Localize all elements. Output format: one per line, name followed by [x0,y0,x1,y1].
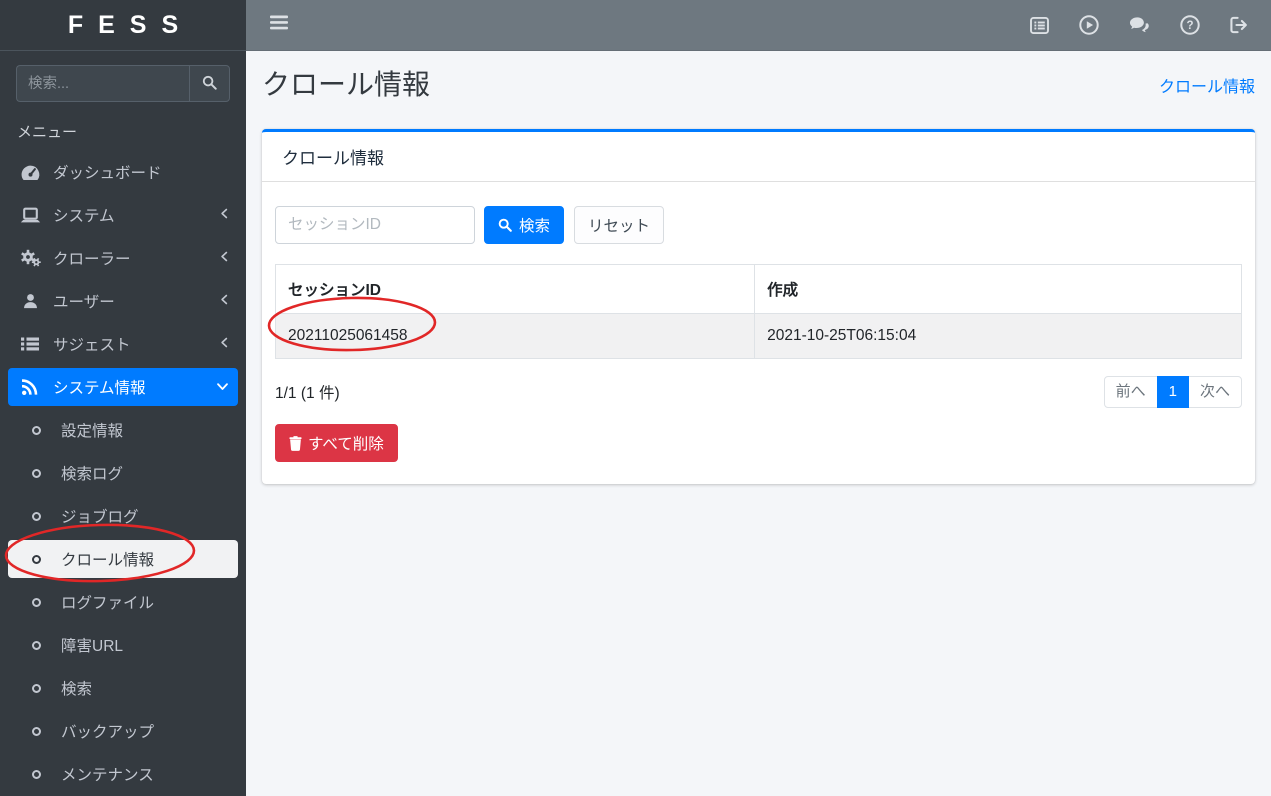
chevron-left-icon [220,292,228,310]
pagination-next[interactable]: 次へ [1188,376,1242,408]
chevron-left-icon [220,206,228,224]
created-cell: 2021-10-25T06:15:04 [755,314,1242,359]
circle-icon [24,426,48,435]
user-icon [18,292,42,310]
circle-icon [24,512,48,521]
sidebar-item-label: 検索ログ [61,462,228,484]
sidebar-item-label: メンテナンス [61,763,228,785]
sidebar-subitem-failure-url[interactable]: 障害URL [8,626,238,664]
circle-icon [24,598,48,607]
chevron-left-icon [220,249,228,267]
rss-icon [18,379,42,396]
pagination: 前へ 1 次へ [1104,376,1242,408]
sidebar-item-label: ログファイル [61,591,228,613]
pagination-page-1[interactable]: 1 [1157,376,1189,408]
sidebar-item-label: サジェスト [53,333,220,355]
sidebar-item-label: クローラー [53,247,220,269]
sidebar-item-label: バックアップ [61,720,228,742]
sidebar-subitem-crawling-info[interactable]: クロール情報 [8,540,238,578]
list-icon [18,336,42,352]
search-button-label: 検索 [519,214,550,236]
sidebar-item-label: システム情報 [53,376,217,398]
sidebar-item-label: 検索 [61,677,228,699]
card-title: クロール情報 [262,132,1255,182]
sidebar-item-dashboard[interactable]: ダッシュボード [8,153,238,191]
sidebar-item-system-info[interactable]: システム情報 [8,368,238,406]
sidebar-search-input[interactable] [16,65,189,102]
sidebar-subitem-job-log[interactable]: ジョブログ [8,497,238,535]
main-content: クロール情報 クロール情報 クロール情報 検索 リセット セッションID [246,51,1271,796]
sidebar-subitem-maintenance[interactable]: メンテナンス [8,755,238,793]
chevron-down-icon [217,378,228,396]
sign-out-icon[interactable] [1230,16,1249,34]
sidebar-item-label: ユーザー [53,290,220,312]
sidebar-nav: ダッシュボード システム [0,142,246,793]
sidebar-search-button[interactable] [189,65,230,102]
menu-section-label: メニュー [17,121,246,142]
pagination-prev[interactable]: 前へ [1104,376,1158,408]
breadcrumb[interactable]: クロール情報 [1159,73,1255,97]
session-id-cell[interactable]: 20211025061458 [276,314,755,359]
delete-all-button-label: すべて削除 [308,432,384,454]
list-alt-icon[interactable] [1030,17,1049,34]
sidebar-subitem-search-log[interactable]: 検索ログ [8,454,238,492]
gears-icon [18,249,42,267]
comments-icon[interactable] [1129,16,1150,34]
search-icon [202,75,217,93]
reset-button[interactable]: リセット [574,206,664,244]
chevron-left-icon [220,335,228,353]
result-count-summary: 1/1 (1 件) [275,381,340,403]
tachometer-icon [18,164,42,181]
search-form: 検索 リセット [275,206,1242,244]
sidebar-subitem-log-file[interactable]: ログファイル [8,583,238,621]
laptop-icon [18,207,42,224]
circle-icon [24,684,48,693]
search-icon [498,218,512,232]
table-row[interactable]: 20211025061458 2021-10-25T06:15:04 [276,314,1242,359]
sidebar-item-label: システム [53,204,220,226]
trash-icon [289,436,302,451]
sidebar-item-label: 障害URL [61,634,228,656]
sidebar-item-user[interactable]: ユーザー [8,282,238,320]
delete-all-button[interactable]: すべて削除 [275,424,398,462]
page-title: クロール情報 [262,68,430,102]
question-circle-icon[interactable]: ? [1180,15,1200,35]
sidebar-item-system[interactable]: システム [8,196,238,234]
menu-icon [270,15,288,35]
column-header-created: 作成 [755,265,1242,314]
circle-icon [24,555,48,564]
brand-logo[interactable]: FESS [0,0,246,51]
sessions-table: セッションID 作成 20211025061458 2021-10-25T06:… [275,264,1242,359]
column-header-session-id: セッションID [276,265,755,314]
sidebar-item-label: 設定情報 [61,419,228,441]
circle-icon [24,641,48,650]
sidebar-subitem-config-info[interactable]: 設定情報 [8,411,238,449]
session-id-input[interactable] [275,206,475,244]
sidebar-item-suggest[interactable]: サジェスト [8,325,238,363]
circle-icon [24,469,48,478]
svg-text:?: ? [1186,20,1193,32]
top-navbar: ? [246,0,1271,51]
circle-icon [24,770,48,779]
crawling-info-card: クロール情報 検索 リセット セッションID 作成 [262,129,1255,484]
sidebar-search [16,65,230,102]
sidebar-subitem-backup[interactable]: バックアップ [8,712,238,750]
sidebar: FESS メニュー ダッシュボード システム [0,0,246,796]
sidebar-subitem-search[interactable]: 検索 [8,669,238,707]
sidebar-item-label: ダッシュボード [53,161,228,183]
search-button[interactable]: 検索 [484,206,564,244]
circle-icon [24,727,48,736]
table-header-row: セッションID 作成 [276,265,1242,314]
sidebar-item-crawler[interactable]: クローラー [8,239,238,277]
play-circle-icon[interactable] [1079,15,1099,35]
sidebar-item-label: クロール情報 [61,548,228,570]
sidebar-toggle-button[interactable] [270,15,288,35]
sidebar-item-label: ジョブログ [61,505,228,527]
